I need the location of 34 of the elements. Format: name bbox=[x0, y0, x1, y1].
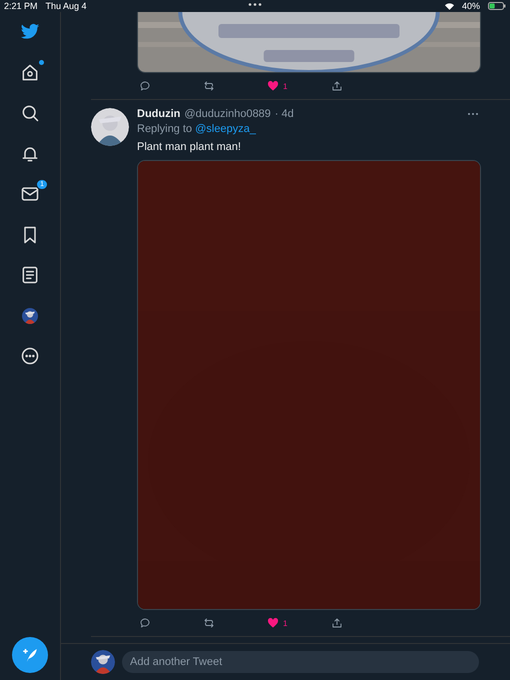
profile-avatar[interactable] bbox=[22, 308, 38, 324]
retweet-icon[interactable] bbox=[203, 617, 215, 629]
share-icon[interactable] bbox=[331, 617, 343, 629]
house-icon[interactable] bbox=[20, 62, 40, 83]
tweet-text: Plant man plant man! bbox=[137, 141, 242, 153]
like-count: 1 bbox=[283, 618, 288, 628]
user-avatar[interactable] bbox=[91, 108, 129, 146]
more-icon[interactable] bbox=[20, 346, 40, 366]
replying-to-text: Replying to @sleepyza_ bbox=[137, 123, 257, 135]
feather-plus-icon bbox=[21, 646, 39, 664]
like-count: 1 bbox=[283, 82, 288, 90]
compose-tweet-button[interactable] bbox=[12, 637, 48, 673]
heart-icon[interactable] bbox=[267, 80, 279, 92]
reply-icon[interactable] bbox=[139, 617, 151, 629]
reply-icon[interactable] bbox=[139, 80, 151, 92]
battery-icon bbox=[488, 2, 506, 10]
mention-link[interactable]: @sleepyza_ bbox=[195, 123, 256, 135]
my-avatar[interactable] bbox=[91, 650, 115, 674]
multitask-dots-icon[interactable] bbox=[248, 3, 262, 6]
bird-logo-icon[interactable] bbox=[20, 23, 40, 42]
tweet-time: · 4d bbox=[274, 108, 294, 120]
status-time: 2:21 PM bbox=[4, 1, 38, 11]
status-date: Thu Aug 4 bbox=[46, 1, 87, 11]
user-handle[interactable]: @duduzinho0889 bbox=[184, 108, 271, 120]
list-icon[interactable] bbox=[20, 265, 40, 286]
reply-input-field[interactable]: Add another Tweet bbox=[122, 651, 479, 673]
search-icon[interactable] bbox=[20, 103, 40, 124]
wifi-icon bbox=[444, 2, 454, 10]
display-name[interactable]: Duduzin bbox=[137, 108, 180, 120]
heart-icon[interactable] bbox=[267, 617, 279, 629]
more-icon[interactable] bbox=[467, 112, 479, 116]
share-icon[interactable] bbox=[331, 80, 343, 92]
retweet-icon[interactable] bbox=[203, 80, 215, 92]
status-battery-text: 40% bbox=[462, 1, 480, 11]
